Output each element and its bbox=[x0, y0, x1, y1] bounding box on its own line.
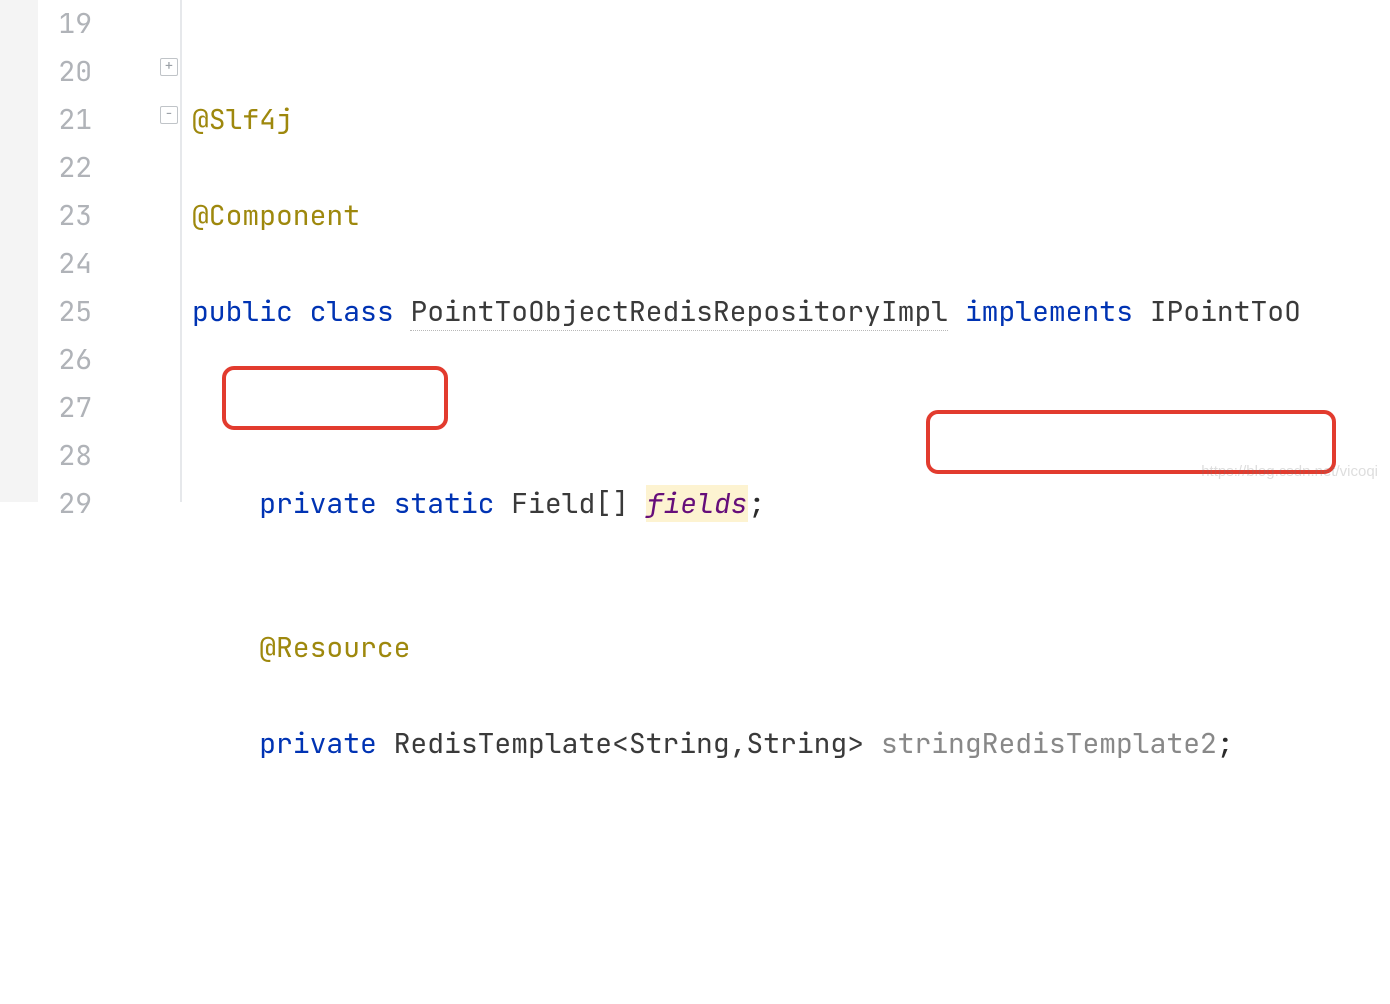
highlight-box-resource bbox=[222, 366, 448, 430]
field-fields: fields bbox=[646, 485, 749, 522]
line-number: 20 bbox=[0, 48, 92, 96]
fold-expand-icon[interactable]: + bbox=[160, 58, 178, 76]
line-number: 19 bbox=[0, 0, 92, 48]
annotation-component: @Component bbox=[192, 197, 360, 234]
class-name: PointToObjectRedisRepositoryImpl bbox=[410, 293, 948, 331]
line-number: 22 bbox=[0, 144, 92, 192]
fold-collapse-icon[interactable]: − bbox=[160, 106, 178, 124]
line-number: 24 bbox=[0, 240, 92, 288]
line-number: 29 bbox=[0, 480, 92, 528]
annotation-resource: @Resource bbox=[259, 629, 410, 666]
field-stringRedisTemplate2: stringRedisTemplate2 bbox=[881, 725, 1217, 762]
code-line: public class PointToObjectRedisRepositor… bbox=[192, 288, 1390, 336]
code-line: @Resource bbox=[192, 624, 1390, 672]
code-editor[interactable]: 19 20 21 22 23 24 25 26 27 28 29 + − @Sl… bbox=[0, 0, 1390, 502]
code-line: @Slf4j bbox=[192, 96, 1390, 144]
line-number: 28 bbox=[0, 432, 92, 480]
line-number: 25 bbox=[0, 288, 92, 336]
line-number: 27 bbox=[0, 384, 92, 432]
code-line: private RedisTemplate<String,String> str… bbox=[192, 720, 1390, 768]
line-number: 21 bbox=[0, 96, 92, 144]
fold-marker-strip: + − bbox=[120, 0, 182, 502]
annotation-slf4j: @Slf4j bbox=[192, 101, 293, 138]
line-number: 23 bbox=[0, 192, 92, 240]
interface-name: IPointToO bbox=[1150, 293, 1301, 330]
watermark-text: https://blog.csdn.net/vicoqi bbox=[1201, 448, 1378, 496]
code-line: @Component bbox=[192, 192, 1390, 240]
line-number: 26 bbox=[0, 336, 92, 384]
line-number-gutter: 19 20 21 22 23 24 25 26 27 28 29 bbox=[0, 0, 120, 502]
code-area[interactable]: @Slf4j @Component public class PointToOb… bbox=[182, 0, 1390, 502]
